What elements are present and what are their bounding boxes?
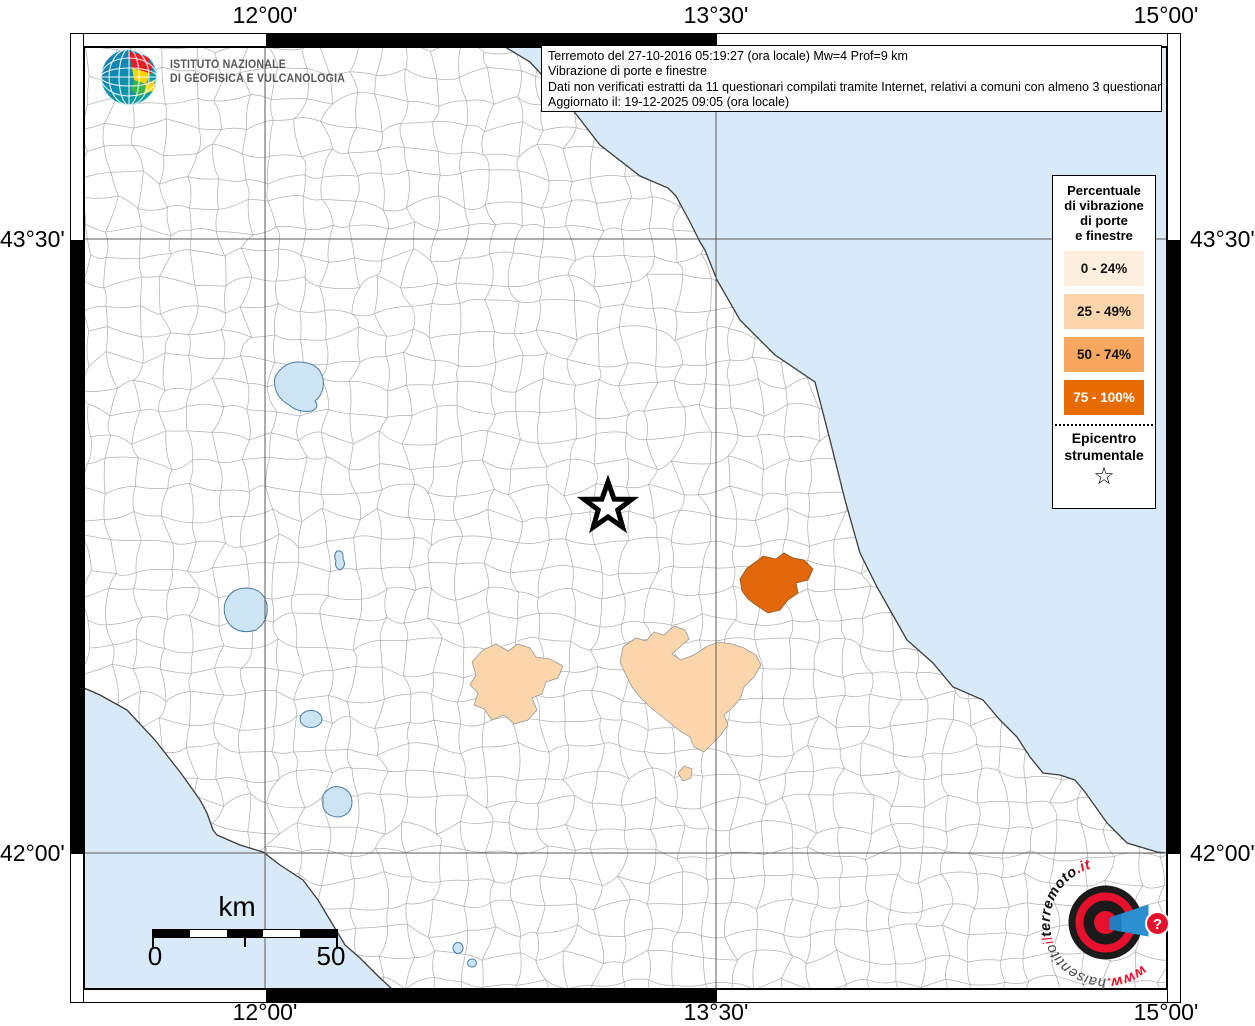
lon-label-bottom-12: 12°00' — [232, 999, 298, 1025]
event-info-line: Dati non verificati estratti da 11 quest… — [548, 79, 1162, 94]
lat-label-left-4330: 43°30' — [0, 226, 65, 252]
lat-label-left-42: 42°00' — [0, 840, 65, 866]
legend-class-50-74: 50 - 74% — [1064, 337, 1144, 372]
event-info-line: Aggiornato il: 19-12-2025 09:05 (ora loc… — [548, 94, 790, 109]
ingv-name-line2: DI GEOFISICA E VULCANOLOGIA — [170, 73, 346, 85]
legend-divider — [1055, 424, 1153, 426]
scalebar-unit: km — [218, 891, 256, 922]
legend-title-line: di vibrazione — [1064, 198, 1144, 213]
event-info-line: Vibrazione di porte e finestre — [548, 64, 707, 79]
legend-class-0-24: 0 - 24% — [1064, 251, 1144, 286]
lon-label-top-15: 15°00' — [1133, 2, 1199, 28]
map-canvas[interactable] — [84, 47, 1167, 989]
legend-title-line: Percentuale — [1067, 183, 1141, 198]
frame-left — [70, 33, 84, 1003]
lat-label-right-42: 42°00' — [1190, 840, 1255, 866]
ingv-name-line1: ISTITUTO NAZIONALE — [170, 59, 286, 71]
legend-title-line: di porte — [1080, 213, 1128, 228]
logo-question-mark: ? — [1153, 916, 1162, 933]
lon-label-bottom-15: 15°00' — [1133, 999, 1199, 1025]
scalebar-start: 0 — [147, 941, 163, 971]
ingv-globe-icon — [101, 49, 157, 105]
event-info-line: Terremoto del 27-10-2016 05:19:27 (ora l… — [548, 49, 908, 63]
scalebar — [152, 929, 338, 938]
legend-epicenter-line: Epicentro — [1071, 430, 1137, 446]
legend-title-line: e finestre — [1075, 228, 1133, 243]
event-info-box: Terremoto del 27-10-2016 05:19:27 (ora l… — [541, 45, 1162, 112]
legend-class-25-49: 25 - 49% — [1064, 294, 1144, 329]
haisentitoilterremoto-logo[interactable]: ? www.haisentitoilterremoto.it — [1033, 850, 1178, 995]
legend-epicenter-line: strumentale — [1064, 447, 1144, 463]
scalebar-end: 50 — [316, 941, 346, 971]
legend-class-75-100: 75 - 100% — [1064, 380, 1144, 415]
lat-label-right-4330: 43°30' — [1190, 226, 1255, 252]
legend-box: Percentuale di vibrazione di porte e fin… — [1052, 175, 1156, 509]
lon-label-top-12: 12°00' — [232, 2, 298, 28]
ingv-logo: ISTITUTO NAZIONALE DI GEOFISICA E VULCAN… — [98, 46, 418, 110]
epicenter-star-icon: ☆ — [1093, 463, 1115, 490]
lon-label-top-1330: 13°30' — [683, 2, 749, 28]
lon-label-bottom-1330: 13°30' — [683, 999, 749, 1025]
